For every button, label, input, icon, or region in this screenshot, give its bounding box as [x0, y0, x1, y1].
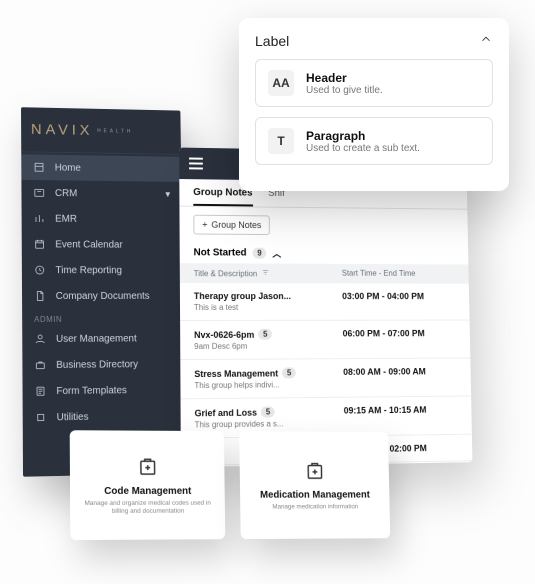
toolbar: + Group Notes — [179, 207, 468, 245]
col-title: Title & Description — [194, 269, 258, 278]
document-icon — [34, 290, 46, 302]
nav-label: CRM — [55, 188, 77, 199]
row-badge: 5 — [261, 406, 275, 417]
chevron-up-icon: ︿ — [272, 247, 281, 260]
card-title: Code Management — [104, 486, 191, 497]
option-title: Paragraph — [306, 129, 420, 143]
menu-icon[interactable] — [189, 158, 203, 170]
nav-label: Time Reporting — [55, 265, 122, 276]
user-icon — [34, 333, 46, 345]
form-icon — [35, 385, 47, 397]
brand-name: NAVIX — [31, 121, 93, 139]
nav-item-user-mgmt[interactable]: User Management — [22, 325, 184, 352]
row-desc: This is a test — [194, 303, 342, 312]
row-title: Stress Management — [194, 368, 278, 379]
col-time: Start Time - End Time — [342, 269, 456, 279]
row-time: 06:00 PM - 07:00 PM — [343, 328, 457, 350]
filter-icon[interactable] — [261, 268, 269, 278]
status-label: Not Started — [194, 247, 247, 258]
medical-plus-icon — [136, 454, 160, 478]
chevron-up-icon[interactable] — [479, 32, 493, 49]
option-desc: Used to give title. — [306, 85, 383, 96]
popover-title: Label — [255, 33, 289, 49]
table-row[interactable]: Therapy group Jason... This is a test 03… — [180, 283, 470, 321]
calendar-icon — [34, 238, 46, 250]
nav-section-admin: ADMIN — [22, 309, 183, 326]
chevron-down-icon: ▾ — [165, 189, 170, 200]
bottom-cards: Code Management Manage and organize medi… — [70, 430, 391, 540]
nav-item-home[interactable]: Home — [21, 154, 181, 182]
option-header[interactable]: AA Header Used to give title. — [255, 59, 493, 107]
card-medication-management[interactable]: Medication Management Manage medication … — [239, 431, 390, 539]
nav-item-docs[interactable]: Company Documents — [22, 283, 183, 309]
nav-label: Form Templates — [56, 385, 126, 397]
card-desc: Manage and organize medical codes used i… — [82, 499, 213, 516]
nav-item-biz-dir[interactable]: Business Directory — [22, 351, 184, 378]
button-label: Group Notes — [211, 220, 261, 230]
plus-icon: + — [202, 220, 207, 230]
nav-item-emr[interactable]: EMR — [22, 206, 183, 233]
clock-icon — [34, 264, 46, 276]
row-time: 08:00 AM - 09:00 AM — [343, 366, 458, 389]
status-count-badge: 9 — [252, 248, 266, 259]
nav-item-utilities[interactable]: Utilities — [23, 402, 185, 431]
row-title: Therapy group Jason... — [194, 291, 291, 301]
row-badge: 5 — [258, 329, 272, 340]
nav-label: Home — [55, 162, 81, 173]
utilities-icon — [35, 411, 47, 423]
header-glyph-icon: AA — [268, 70, 294, 96]
option-paragraph[interactable]: T Paragraph Used to create a sub text. — [255, 117, 493, 165]
card-title: Medication Management — [260, 490, 370, 501]
table-row[interactable]: Nvx-0626-6pm 5 9am Desc 6pm 06:00 PM - 07… — [180, 321, 470, 361]
brand-sub: HEALTH — [97, 128, 133, 134]
medkit-icon — [303, 459, 326, 482]
label-popover: Label AA Header Used to give title. T Pa… — [239, 18, 509, 191]
brand-logo: NAVIX HEALTH — [21, 107, 181, 155]
nav-item-time[interactable]: Time Reporting — [22, 257, 183, 283]
nav-label: Company Documents — [56, 290, 150, 301]
crm-icon — [33, 187, 45, 199]
nav: Home CRM ▾ EMR Event Calendar Time Repor… — [21, 152, 185, 431]
text-glyph-icon: T — [268, 128, 294, 154]
row-desc: This group provides a s... — [195, 419, 344, 430]
nav-item-form-templates[interactable]: Form Templates — [22, 377, 184, 405]
sidebar: NAVIX HEALTH Home CRM ▾ EMR Event Calend… — [21, 107, 186, 477]
nav-item-crm[interactable]: CRM ▾ — [21, 180, 181, 207]
row-title: Grief and Loss — [195, 407, 257, 418]
row-time: 09:15 AM - 10:15 AM — [344, 404, 459, 427]
card-code-management[interactable]: Code Management Manage and organize medi… — [70, 430, 226, 540]
nav-label: Business Directory — [56, 359, 138, 371]
column-headers: Title & Description Start Time - End Tim… — [180, 263, 469, 284]
add-group-notes-button[interactable]: + Group Notes — [193, 215, 270, 235]
option-desc: Used to create a sub text. — [306, 143, 420, 154]
option-title: Header — [306, 71, 383, 85]
home-icon — [33, 161, 45, 173]
nav-label: Event Calendar — [55, 239, 122, 250]
group-notes-panel: Group Notes Shif + Group Notes Not Start… — [179, 148, 472, 468]
row-title: Nvx-0626-6pm — [194, 329, 254, 339]
nav-item-calendar[interactable]: Event Calendar — [22, 231, 183, 257]
row-desc: 9am Desc 6pm — [194, 341, 343, 351]
chart-icon — [33, 213, 45, 225]
row-time: 03:00 PM - 04:00 PM — [342, 291, 456, 312]
nav-label: Utilities — [57, 411, 89, 423]
table-row[interactable]: Stress Management 5 This group helps indi… — [180, 358, 471, 399]
status-row[interactable]: Not Started 9 ︿ — [180, 242, 469, 264]
row-desc: This group helps indivi... — [194, 380, 343, 390]
card-desc: Manage medication information — [272, 503, 358, 511]
row-badge: 5 — [282, 367, 296, 378]
nav-label: User Management — [56, 333, 137, 344]
briefcase-icon — [34, 359, 46, 371]
nav-label: EMR — [55, 213, 77, 224]
